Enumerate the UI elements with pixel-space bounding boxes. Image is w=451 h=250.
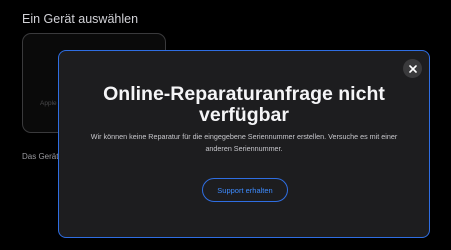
close-icon <box>408 64 417 73</box>
dialog-title: Online-Reparaturanfrage nicht verfügbar <box>103 83 385 126</box>
unavailable-dialog: Online-Reparaturanfrage nicht verfügbar … <box>58 50 430 238</box>
device-card-label: Apple <box>40 100 57 107</box>
dialog-message: Wir können keine Reparatur für die einge… <box>90 132 398 153</box>
device-footer-text: Das Gerät <box>22 152 59 161</box>
get-support-button[interactable]: Support erhalten <box>202 178 288 202</box>
page-title: Ein Gerät auswählen <box>22 12 139 26</box>
close-button[interactable] <box>403 59 422 78</box>
